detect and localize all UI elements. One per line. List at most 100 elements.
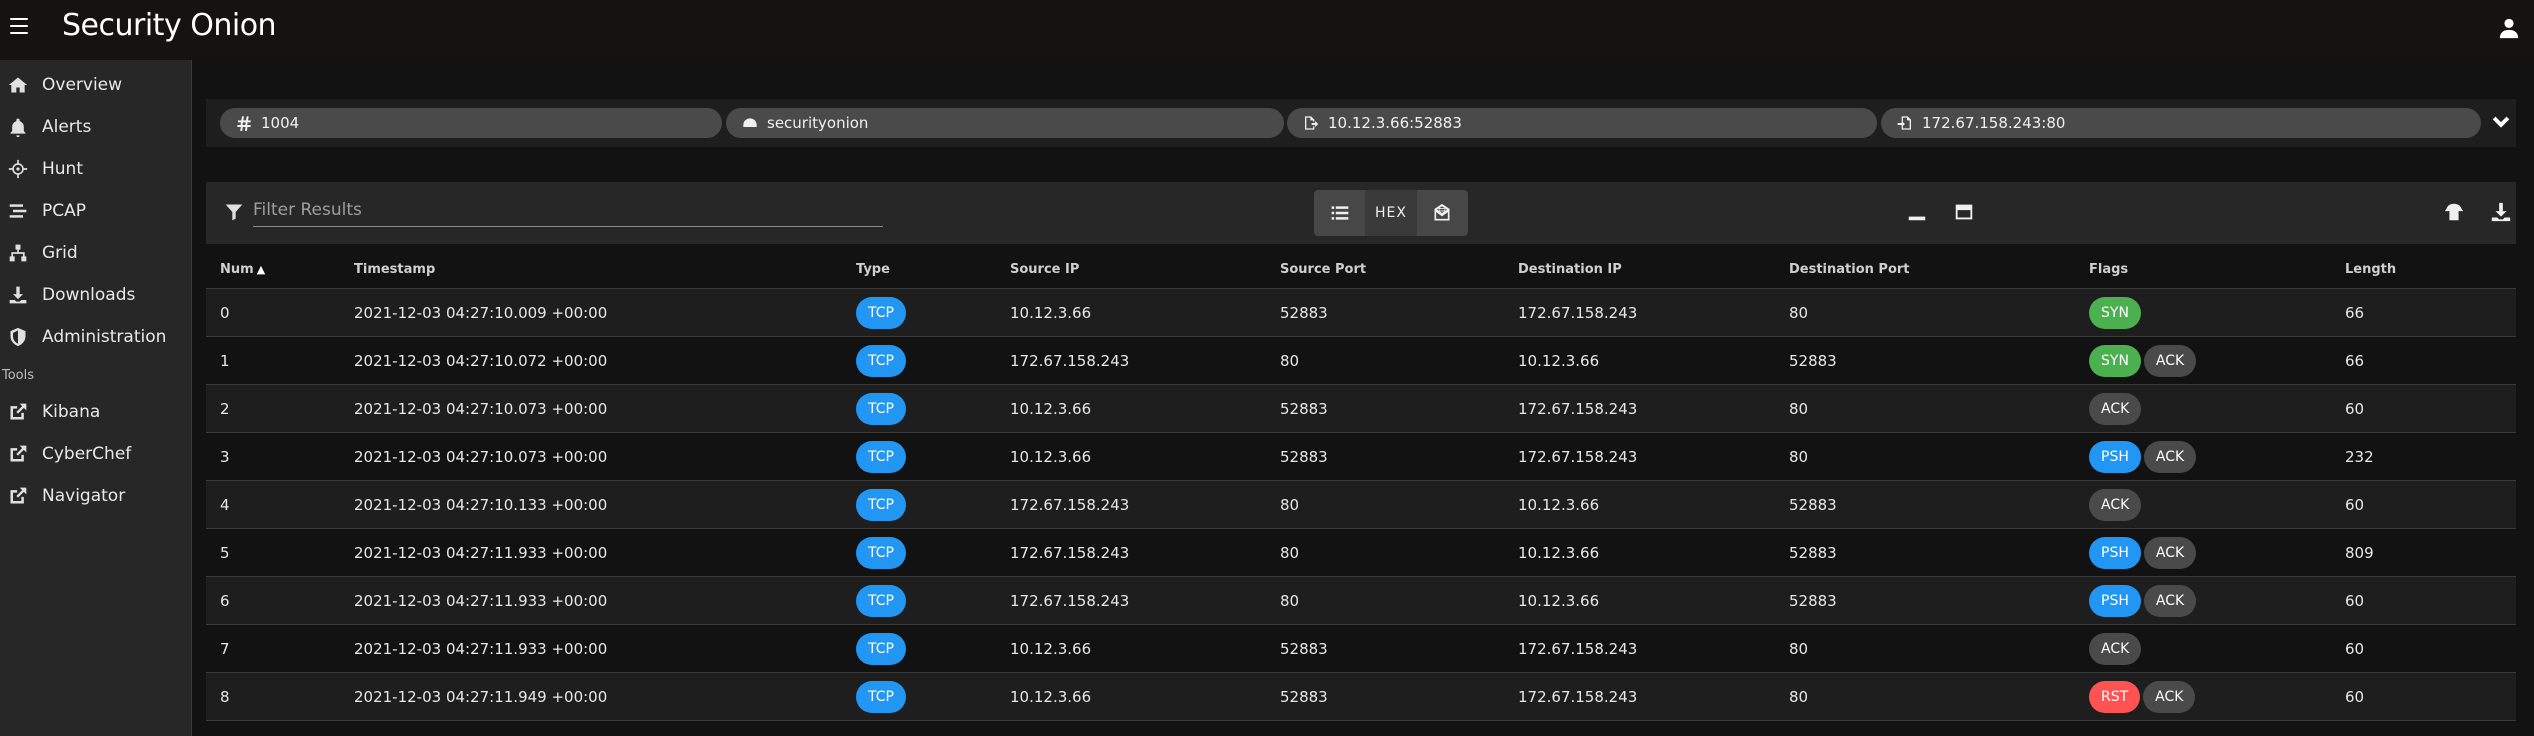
expand-window-icon[interactable] — [1953, 201, 1975, 223]
table-row[interactable]: 1 2021-12-03 04:27:10.072 +00:00 TCP 172.67… — [206, 336, 2516, 385]
cell-num: 5 — [206, 528, 354, 577]
column-header-flags[interactable]: Flags — [2089, 250, 2345, 289]
table-row[interactable]: 7 2021-12-03 04:27:11.933 +00:00 TCP 10.12.… — [206, 624, 2516, 673]
cell-num: 0 — [206, 288, 354, 337]
cell-destination-port: 52883 — [1789, 528, 2089, 577]
column-header-source-ip[interactable]: Source IP — [1010, 250, 1280, 289]
table-row[interactable]: 3 2021-12-03 04:27:10.073 +00:00 TCP 10.12.… — [206, 432, 2516, 481]
list-icon — [1331, 206, 1348, 220]
column-header-timestamp[interactable]: Timestamp — [354, 250, 856, 289]
sitemap-icon — [9, 244, 27, 262]
cell-num: 1 — [206, 336, 354, 385]
sidebar-item-label: Grid — [42, 243, 78, 263]
column-header-length[interactable]: Length — [2345, 250, 2516, 289]
user-icon[interactable] — [2498, 16, 2520, 40]
sidebar-item-kibana[interactable]: Kibana — [0, 391, 191, 433]
flag-badge: PSH — [2089, 536, 2141, 569]
download-icon[interactable] — [2490, 201, 2512, 223]
cell-source-port: 80 — [1280, 576, 1518, 625]
packets-table: Num ▲ Timestamp Type Source IP Source Por… — [206, 250, 2516, 721]
cell-flags: SYN — [2089, 288, 2345, 337]
cell-source-ip: 172.67.158.243 — [1010, 480, 1280, 529]
cell-type: TCP — [856, 384, 1010, 433]
flag-badge: ACK — [2143, 680, 2196, 713]
cell-length: 66 — [2345, 288, 2516, 337]
packet-summary-bar: 1004 securityonion 10.12.3.66:52883 172.… — [206, 99, 2516, 147]
cell-flags: ACK — [2089, 624, 2345, 673]
sidebar-item-label: Kibana — [42, 402, 101, 422]
table-row[interactable]: 6 2021-12-03 04:27:11.933 +00:00 TCP 172.67… — [206, 576, 2516, 625]
file-import-icon — [1897, 116, 1911, 130]
table-row[interactable]: 8 2021-12-03 04:27:11.949 +00:00 TCP 10.12.… — [206, 672, 2516, 721]
hex-view-button[interactable]: HEX — [1365, 190, 1417, 236]
cell-length: 60 — [2345, 384, 2516, 433]
cell-length: 60 — [2345, 624, 2516, 673]
external-link-icon — [10, 445, 27, 462]
table-row[interactable]: 2 2021-12-03 04:27:10.073 +00:00 TCP 10.12.… — [206, 384, 2516, 433]
table-row[interactable]: 0 2021-12-03 04:27:10.009 +00:00 TCP 10.12.… — [206, 288, 2516, 337]
sidebar-item-overview[interactable]: Overview — [0, 64, 191, 106]
cell-type: TCP — [856, 624, 1010, 673]
home-icon — [8, 77, 28, 93]
column-header-num[interactable]: Num ▲ — [206, 250, 354, 289]
list-view-button[interactable] — [1314, 190, 1365, 236]
flag-badge: ACK — [2089, 632, 2142, 665]
cell-type: TCP — [856, 528, 1010, 577]
sidebar-item-pcap[interactable]: PCAP — [0, 190, 191, 232]
column-header-destination-ip[interactable]: Destination IP — [1518, 250, 1789, 289]
table-row[interactable]: 5 2021-12-03 04:27:11.933 +00:00 TCP 172.67… — [206, 528, 2516, 577]
cell-timestamp: 2021-12-03 04:27:10.073 +00:00 — [354, 432, 856, 481]
filter-input[interactable] — [253, 194, 883, 227]
id-chip: 1004 — [220, 108, 722, 138]
cell-timestamp: 2021-12-03 04:27:11.933 +00:00 — [354, 576, 856, 625]
chevron-down-icon[interactable] — [2490, 112, 2512, 134]
sort-ascending-icon: ▲ — [256, 262, 266, 276]
cell-source-ip: 10.12.3.66 — [1010, 384, 1280, 433]
sidebar-item-cyberchef[interactable]: CyberChef — [0, 433, 191, 475]
flag-badge: ACK — [2089, 488, 2142, 521]
sidebar-item-navigator[interactable]: Navigator — [0, 475, 191, 517]
column-header-source-port[interactable]: Source Port — [1280, 250, 1518, 289]
cell-source-ip: 10.12.3.66 — [1010, 288, 1280, 337]
table-row[interactable]: 4 2021-12-03 04:27:10.133 +00:00 TCP 172.67… — [206, 480, 2516, 529]
cell-timestamp: 2021-12-03 04:27:11.933 +00:00 — [354, 624, 856, 673]
table-header-row: Num ▲ Timestamp Type Source IP Source Por… — [206, 250, 2516, 289]
sidebar-item-label: Downloads — [42, 285, 136, 305]
cell-timestamp: 2021-12-03 04:27:10.073 +00:00 — [354, 384, 856, 433]
cell-destination-port: 80 — [1789, 624, 2089, 673]
cell-timestamp: 2021-12-03 04:27:11.933 +00:00 — [354, 528, 856, 577]
wireshark-icon[interactable] — [2443, 201, 2465, 223]
sidebar-item-downloads[interactable]: Downloads — [0, 274, 191, 316]
cell-source-ip: 172.67.158.243 — [1010, 528, 1280, 577]
sidebar-item-administration[interactable]: Administration — [0, 316, 191, 358]
cell-length: 809 — [2345, 528, 2516, 577]
cell-flags: PSH ACK — [2089, 576, 2345, 625]
column-header-type[interactable]: Type — [856, 250, 1010, 289]
type-badge: TCP — [856, 632, 906, 665]
cell-destination-ip: 172.67.158.243 — [1518, 384, 1789, 433]
cell-flags: SYN ACK — [2089, 336, 2345, 385]
collapse-icon[interactable] — [1906, 201, 1928, 223]
cell-source-ip: 172.67.158.243 — [1010, 576, 1280, 625]
app-logo: Security Onion — [62, 8, 277, 43]
cell-destination-ip: 10.12.3.66 — [1518, 528, 1789, 577]
sidebar-item-grid[interactable]: Grid — [0, 232, 191, 274]
menu-icon[interactable] — [10, 18, 28, 34]
file-export-icon — [1305, 116, 1319, 130]
cell-type: TCP — [856, 288, 1010, 337]
flag-badge: ACK — [2143, 536, 2197, 569]
cell-timestamp: 2021-12-03 04:27:10.133 +00:00 — [354, 480, 856, 529]
column-header-destination-port[interactable]: Destination Port — [1789, 250, 2089, 289]
flag-badge: SYN — [2089, 296, 2141, 329]
sidebar-item-alerts[interactable]: Alerts — [0, 106, 191, 148]
sidebar-item-hunt[interactable]: Hunt — [0, 148, 191, 190]
sensor-icon — [743, 118, 757, 127]
raw-view-button[interactable] — [1417, 190, 1468, 236]
cell-destination-ip: 172.67.158.243 — [1518, 432, 1789, 481]
cell-source-port: 52883 — [1280, 624, 1518, 673]
flag-badge: SYN — [2089, 344, 2141, 377]
envelope-open-icon — [1434, 203, 1450, 221]
cell-timestamp: 2021-12-03 04:27:10.009 +00:00 — [354, 288, 856, 337]
external-link-icon — [10, 403, 27, 420]
cell-destination-ip: 172.67.158.243 — [1518, 672, 1789, 721]
